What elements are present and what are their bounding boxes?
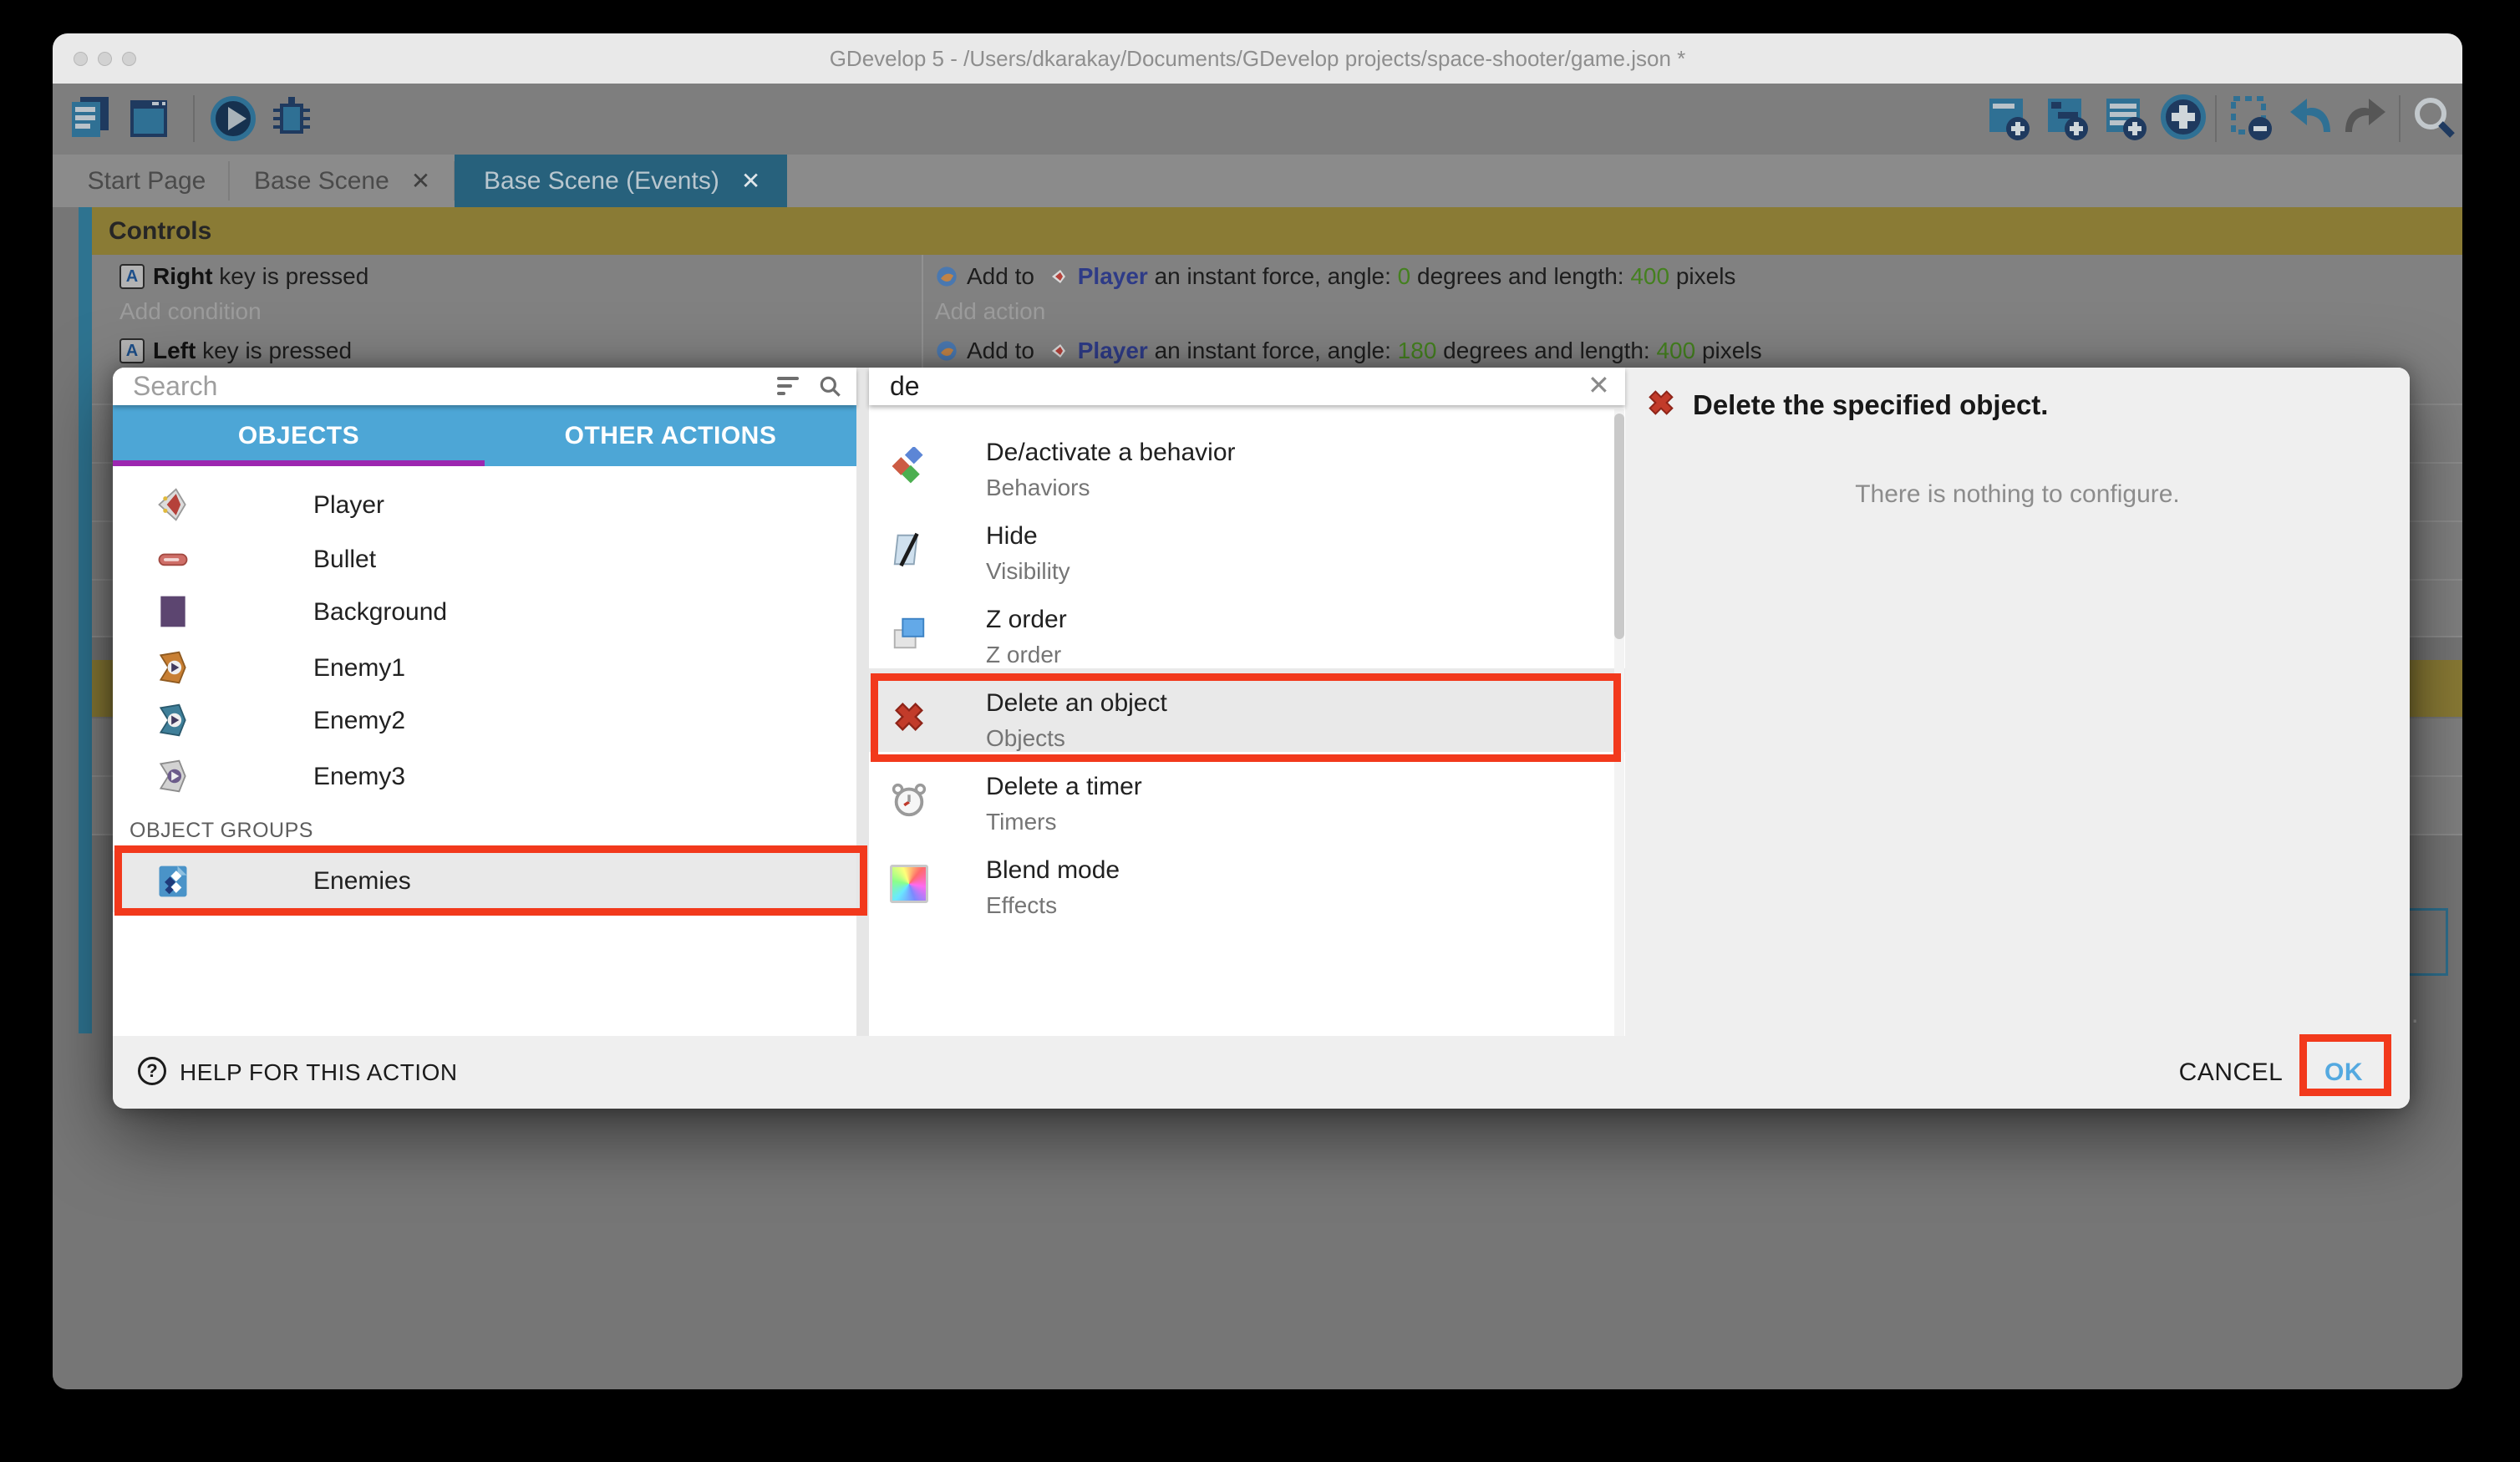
list-item-enemy1[interactable]: Enemy1 [113, 641, 856, 695]
tab-other-actions[interactable]: OTHER ACTIONS [485, 405, 856, 466]
toolbar-separator [193, 95, 195, 142]
condition-text[interactable]: A Left key is pressed [119, 338, 352, 364]
results-scrollbar[interactable] [1614, 409, 1624, 1036]
result-delete-timer[interactable]: Delete a timer Timers [869, 752, 1625, 835]
list-item-background[interactable]: Background [113, 585, 856, 639]
add-subevent-icon[interactable] [2041, 92, 2091, 145]
action-search-row: ✕ [869, 368, 1625, 405]
event-drag-handle-strip[interactable] [79, 207, 92, 1033]
player-object-icon [1049, 341, 1069, 361]
detail-title: Delete the specified object. [1693, 389, 2048, 421]
scrollbar-thumb[interactable] [1614, 414, 1624, 639]
add-force-icon [935, 265, 958, 288]
active-tab-indicator [113, 460, 485, 466]
tab-base-scene-events[interactable]: Base Scene (Events)✕ [455, 155, 787, 207]
delete-object-icon [890, 698, 928, 736]
hide-icon [890, 530, 928, 569]
panel-divider [856, 368, 869, 1036]
enemy1-icon [155, 649, 191, 686]
result-z-order[interactable]: Z order Z order [869, 585, 1625, 668]
condition-action-divider [922, 255, 923, 329]
result-blend-mode[interactable]: Blend mode Effects [869, 835, 1625, 919]
blend-mode-icon [890, 865, 928, 903]
search-events-icon[interactable] [2409, 92, 2459, 145]
add-comment-icon[interactable] [2100, 92, 2150, 145]
keyboard-icon: A [119, 338, 145, 363]
instruction-editor-dialog: OBJECTS OTHER ACTIONS Player Bullet Back… [113, 368, 2410, 1109]
dialog-footer: ? HELP FOR THIS ACTION CANCEL OK [113, 1036, 2410, 1109]
editor-tabbar: Start Page Base Scene✕ Base Scene (Event… [53, 155, 2462, 207]
titlebar: GDevelop 5 - /Users/dkarakay/Documents/G… [53, 33, 2462, 84]
window-title: GDevelop 5 - /Users/dkarakay/Documents/G… [53, 33, 2462, 84]
add-action-link[interactable]: Add action [935, 298, 1045, 325]
toolbar-separator [2215, 95, 2217, 142]
result-hide[interactable]: Hide Visibility [869, 501, 1625, 585]
close-tab-icon[interactable]: ✕ [411, 168, 430, 194]
object-search-row [113, 368, 856, 405]
search-icon[interactable] [817, 373, 844, 400]
detail-empty-text: There is nothing to configure. [1625, 480, 2410, 509]
result-deactivate-behavior[interactable]: De/activate a behavior Behaviors [869, 418, 1625, 501]
add-force-icon [935, 339, 958, 363]
event-row[interactable]: A Right key is pressed Add condition Add… [92, 255, 2462, 331]
list-item-enemy2[interactable]: Enemy2 [113, 693, 856, 748]
enemy2-icon [155, 702, 191, 739]
clear-search-icon[interactable]: ✕ [1588, 369, 1610, 401]
filter-icon[interactable] [777, 377, 799, 399]
keyboard-icon: A [119, 264, 145, 289]
help-link[interactable]: HELP FOR THIS ACTION [180, 1059, 458, 1086]
condition-text[interactable]: A Right key is pressed [119, 263, 368, 290]
list-item-group-enemies[interactable]: Enemies [113, 850, 856, 912]
delete-object-icon [1644, 386, 1678, 419]
player-object-icon [1049, 267, 1069, 287]
object-groups-header: OBJECT GROUPS [130, 819, 313, 843]
action-search-input[interactable] [890, 368, 1525, 405]
app-window: GDevelop 5 - /Users/dkarakay/Documents/G… [53, 33, 2462, 1389]
player-icon [155, 486, 191, 523]
play-icon[interactable] [208, 92, 258, 145]
ok-button[interactable]: OK [2306, 1058, 2381, 1087]
add-condition-link[interactable]: Add condition [119, 298, 262, 325]
background-icon [155, 593, 191, 630]
z-order-icon [890, 614, 928, 652]
debugger-icon[interactable] [267, 92, 317, 145]
bullet-icon [155, 541, 191, 577]
list-item-player[interactable]: Player [113, 478, 856, 532]
event-group-header[interactable]: Controls [92, 207, 2462, 255]
timer-icon [890, 781, 928, 820]
list-item-bullet[interactable]: Bullet [113, 532, 856, 586]
result-delete-object[interactable]: Delete an object Objects [869, 668, 1625, 752]
detail-panel: Delete the specified object. There is no… [1625, 368, 2410, 1036]
redo-icon[interactable] [2342, 92, 2392, 145]
toolbar [53, 84, 2462, 155]
cancel-button[interactable]: CANCEL [2168, 1058, 2294, 1087]
toolbar-separator [2399, 95, 2401, 142]
action-text[interactable]: Add to Player an instant force, angle: 0… [935, 263, 1735, 290]
scene-editor-icon[interactable] [124, 92, 174, 145]
enemies-group-icon [155, 863, 191, 900]
close-tab-icon[interactable]: ✕ [741, 168, 760, 194]
project-manager-icon[interactable] [65, 92, 115, 145]
add-event-icon[interactable] [1983, 92, 2033, 145]
help-icon[interactable]: ? [138, 1057, 166, 1085]
screenshot-root: GDevelop 5 - /Users/dkarakay/Documents/G… [0, 0, 2520, 1462]
object-search-input[interactable] [133, 368, 734, 405]
add-circle-icon[interactable] [2158, 92, 2208, 145]
action-text[interactable]: Add to Player an instant force, angle: 1… [935, 338, 1762, 364]
dialog-tabs: OBJECTS OTHER ACTIONS [113, 405, 856, 466]
delete-selection-icon[interactable] [2225, 92, 2275, 145]
list-item-enemy3[interactable]: Enemy3 [113, 749, 856, 804]
tab-objects[interactable]: OBJECTS [113, 405, 485, 466]
tab-start-page[interactable]: Start Page [65, 155, 228, 207]
undo-icon[interactable] [2284, 92, 2334, 145]
tab-base-scene[interactable]: Base Scene✕ [229, 155, 453, 207]
enemy3-icon [155, 758, 191, 794]
behavior-icon [890, 447, 928, 485]
